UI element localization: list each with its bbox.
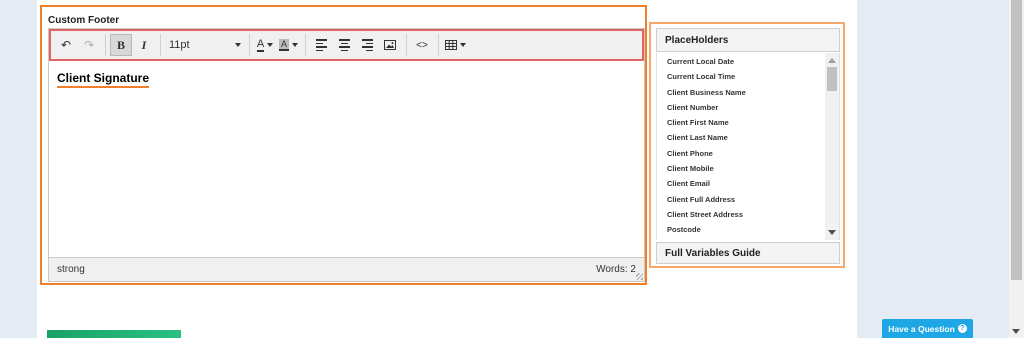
placeholder-item[interactable]: Client Number [657, 100, 839, 115]
editor-statusbar: strong Words: 2 [49, 257, 644, 281]
toolbar-divider [105, 34, 106, 56]
placeholder-item[interactable]: Client First Name [657, 115, 839, 130]
right-gutter [857, 0, 1009, 338]
align-center-button[interactable] [333, 34, 355, 56]
bold-icon: B [116, 37, 125, 52]
toolbar-divider [249, 34, 250, 56]
editor-content-text: Client Signature [57, 71, 150, 88]
placeholder-item[interactable]: Client Full Address [657, 192, 839, 207]
italic-button[interactable]: I [133, 34, 155, 56]
italic-icon: I [141, 37, 147, 52]
table-icon [445, 40, 458, 50]
editor-toolbar: ↶ ↷ B I 11pt A A <> [49, 29, 644, 61]
page-scroll-thumb[interactable] [1011, 0, 1022, 280]
placeholders-scrollbar[interactable] [825, 53, 839, 240]
scroll-down-icon[interactable] [1012, 329, 1020, 334]
align-right-icon [361, 39, 373, 51]
toolbar-divider [438, 34, 440, 56]
placeholder-item[interactable]: Client Mobile [657, 161, 839, 176]
page-scrollbar[interactable] [1009, 0, 1024, 338]
have-a-question-label: Have a Question [888, 323, 955, 334]
undo-button[interactable]: ↶ [55, 34, 77, 56]
placeholder-item[interactable]: Postcode [657, 222, 839, 237]
placeholder-item[interactable]: Client Email [657, 176, 839, 191]
have-a-question-button[interactable]: Have a Question ? [882, 319, 973, 338]
resize-handle[interactable] [636, 273, 643, 280]
element-path[interactable]: strong [57, 264, 85, 275]
insert-table-button[interactable] [443, 34, 468, 56]
chevron-down-icon [235, 43, 241, 47]
question-icon: ? [957, 324, 967, 333]
background-color-icon: A [279, 39, 290, 51]
chevron-down-icon [267, 43, 274, 47]
text-color-icon: A [256, 37, 265, 52]
placeholders-panel: PlaceHolders Current Local Date Current … [649, 22, 845, 268]
redo-button[interactable]: ↷ [78, 34, 100, 56]
scroll-up-icon[interactable] [828, 58, 836, 63]
background-color-button[interactable]: A [277, 34, 300, 56]
placeholder-item[interactable]: Current Local Date [657, 54, 839, 69]
align-left-icon [315, 39, 327, 51]
full-variables-guide-header[interactable]: Full Variables Guide [656, 242, 840, 264]
placeholders-header[interactable]: PlaceHolders [656, 28, 840, 52]
toolbar-divider [406, 34, 408, 56]
placeholder-item[interactable]: Client Street Address [657, 207, 839, 222]
left-gutter [0, 0, 37, 338]
code-icon: <> [416, 39, 428, 51]
text-color-button[interactable]: A [254, 34, 276, 56]
placeholder-item[interactable]: Client Phone [657, 146, 839, 161]
editor-title: Custom Footer [48, 15, 120, 26]
scroll-thumb[interactable] [827, 67, 837, 91]
placeholder-item[interactable]: Client Last Name [657, 130, 839, 145]
bold-button[interactable]: B [110, 34, 132, 56]
green-action-bar[interactable] [47, 330, 181, 338]
font-size-select[interactable]: 11pt [165, 34, 245, 56]
align-left-button[interactable] [310, 34, 332, 56]
undo-icon: ↶ [60, 38, 72, 52]
align-center-icon [338, 39, 350, 51]
rich-text-editor: ↶ ↷ B I 11pt A A <> Client Signature str… [48, 28, 645, 282]
source-code-button[interactable]: <> [411, 34, 433, 56]
toolbar-divider [305, 34, 307, 56]
scroll-down-icon[interactable] [828, 230, 836, 235]
placeholder-item[interactable]: Current Local Time [657, 69, 839, 84]
align-right-button[interactable] [356, 34, 378, 56]
custom-footer-section: Custom Footer ↶ ↷ B I 11pt A A <> Client… [40, 5, 647, 285]
placeholders-list: Current Local Date Current Local Time Cl… [656, 53, 840, 240]
placeholder-item[interactable]: Client Business Name [657, 85, 839, 100]
word-count: Words: 2 [596, 264, 636, 275]
editor-content-area[interactable]: Client Signature [49, 61, 644, 257]
chevron-down-icon [292, 43, 299, 47]
font-size-value: 11pt [169, 39, 190, 51]
redo-icon: ↷ [83, 38, 95, 52]
chevron-down-icon [460, 43, 467, 47]
insert-image-button[interactable] [379, 34, 401, 56]
image-icon [384, 40, 397, 50]
toolbar-divider [160, 34, 161, 56]
